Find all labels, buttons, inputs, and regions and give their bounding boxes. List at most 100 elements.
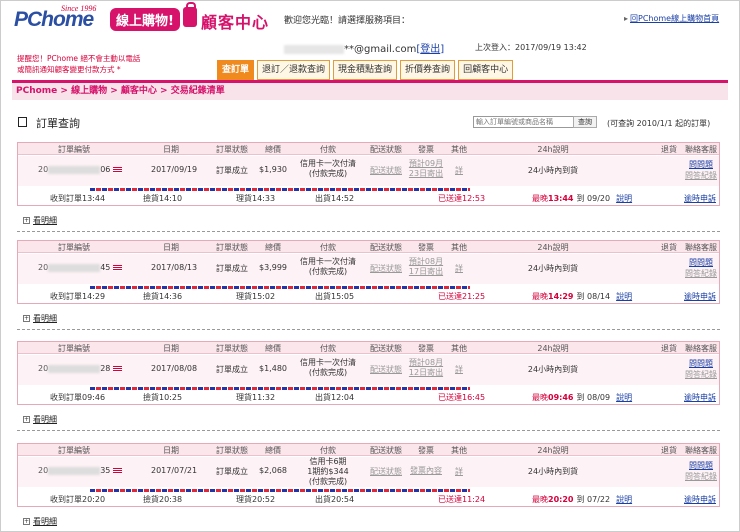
qa-history-link[interactable]: 問答紀錄 xyxy=(683,369,719,380)
invoice-line-1: 發票內容 xyxy=(410,466,442,475)
qa-history-link[interactable]: 問答紀錄 xyxy=(683,268,719,279)
order-card: 訂單編號 日期 訂單狀態 總價 付款 配送狀態 發票 其他 24h說明 退貨 聯絡客服 20 28 201… xyxy=(17,341,720,405)
invoice-info[interactable]: 預計09月 23日寄出 xyxy=(406,159,446,179)
qa-history-link[interactable]: 問答紀錄 xyxy=(683,471,719,482)
masked-order-number xyxy=(48,364,101,373)
masked-order-number xyxy=(48,263,101,272)
order-divider xyxy=(17,231,720,232)
delivery-explain-link[interactable]: 說明 xyxy=(616,393,632,402)
ask-question-link[interactable]: 問問題 xyxy=(683,159,719,170)
latest-delivery: 最晚20:20 到 07/22 說明 xyxy=(532,494,632,505)
notice-line-2: 或簡訊通知顧客變更付款方式 * xyxy=(17,65,121,74)
column-header: 聯絡客服 xyxy=(685,243,717,252)
other-detail-link[interactable]: 詳 xyxy=(448,466,470,477)
column-header: 總價 xyxy=(265,344,281,353)
overtime-complaint-link[interactable]: 逾時申訴 xyxy=(684,291,716,302)
order-total: $3,999 xyxy=(259,263,287,272)
other-detail-link[interactable]: 詳 xyxy=(448,263,470,274)
delivery-explain: 24小時內到貨 xyxy=(527,166,579,175)
column-header: 訂單編號 xyxy=(58,243,90,252)
delivery-explain-link[interactable]: 說明 xyxy=(616,495,632,504)
back-home-link[interactable]: 回PChome線上購物首頁 xyxy=(630,14,719,23)
progress-track xyxy=(90,286,470,289)
delivery-explain: 24小時內到貨 xyxy=(527,264,579,273)
payment-status: (付款完成) xyxy=(308,267,348,276)
tab-points[interactable]: 現金積點查詢 xyxy=(333,60,398,80)
ask-question-link[interactable]: 問問題 xyxy=(683,460,719,471)
arrow-icon: ▸ xyxy=(624,14,629,23)
account-email: **@gmail.com[登出] xyxy=(284,40,444,55)
ask-question-link[interactable]: 問問題 xyxy=(683,358,719,369)
column-header: 聯絡客服 xyxy=(685,446,717,455)
tab-refund[interactable]: 退訂／退款查詢 xyxy=(257,60,331,80)
back-home[interactable]: ▸ 回PChome線上購物首頁 xyxy=(624,13,719,24)
shipping-status-link[interactable]: 配送狀態 xyxy=(366,165,406,176)
nav-tabs: 查訂單 退訂／退款查詢 現金積點查詢 折價券查詢 回顧客中心 xyxy=(217,60,514,80)
invoice-line-1: 預計09月 xyxy=(408,159,444,168)
column-header: 發票 xyxy=(418,145,434,154)
column-header: 發票 xyxy=(418,446,434,455)
other-detail-link[interactable]: 詳 xyxy=(448,165,470,176)
shipping-status-link[interactable]: 配送狀態 xyxy=(366,263,406,274)
column-header: 總價 xyxy=(265,446,281,455)
progress-received: 收到訂單09:46 xyxy=(50,393,106,402)
column-header: 聯絡客服 xyxy=(685,145,717,154)
column-header: 訂單狀態 xyxy=(216,243,248,252)
order-number-suffix: 06 xyxy=(100,165,111,174)
column-header: 24h說明 xyxy=(537,145,569,154)
payment-method: 信用卡一次付清 xyxy=(300,358,356,367)
order-header-row: 訂單編號 日期 訂單狀態 總價 付款 配送狀態 發票 其他 24h說明 退貨 聯絡客服 xyxy=(18,143,719,155)
order-number-prefix: 20 xyxy=(38,466,49,475)
invoice-info[interactable]: 預計08月 17日寄出 xyxy=(406,257,446,277)
shop-logo[interactable]: 線上購物! xyxy=(110,8,180,31)
shipping-status-link[interactable]: 配送狀態 xyxy=(366,364,406,375)
progress-sorted: 理貨11:32 xyxy=(236,393,276,402)
qa-history-link[interactable]: 問答紀錄 xyxy=(683,170,719,181)
order-card: 訂單編號 日期 訂單狀態 總價 付款 配送狀態 發票 其他 24h說明 退貨 聯絡客服 20 06 201… xyxy=(17,142,720,206)
column-header: 訂單編號 xyxy=(58,344,90,353)
order-number: 20 45 xyxy=(38,263,123,272)
tab-back-center[interactable]: 回顧客中心 xyxy=(458,60,514,80)
column-header: 訂單狀態 xyxy=(216,344,248,353)
overtime-complaint-link[interactable]: 逾時申訴 xyxy=(684,193,716,204)
overtime-complaint-link[interactable]: 逾時申訴 xyxy=(684,392,716,403)
other-detail-link[interactable]: 詳 xyxy=(448,364,470,375)
invoice-info[interactable]: 發票內容 xyxy=(406,466,446,476)
order-search-input[interactable] xyxy=(473,116,585,128)
progress-shipped: 出貨15:05 xyxy=(315,292,355,301)
latest-time: 13:44 xyxy=(548,194,574,203)
flag-icon xyxy=(113,467,123,474)
shipping-status-link[interactable]: 配送狀態 xyxy=(366,466,406,477)
view-detail-toggle[interactable]: + 看明細 xyxy=(23,516,57,527)
query-button[interactable]: 查詢 xyxy=(573,116,597,128)
column-header: 其他 xyxy=(451,145,467,154)
view-detail-toggle[interactable]: + 看明細 xyxy=(23,313,57,324)
column-header: 日期 xyxy=(163,446,179,455)
progress-received: 收到訂單14:29 xyxy=(50,292,106,301)
progress-sorted: 理貨20:52 xyxy=(236,495,276,504)
latest-prefix: 最晚 xyxy=(532,292,548,301)
delivery-explain-link[interactable]: 說明 xyxy=(616,292,632,301)
logout-link[interactable]: 登出 xyxy=(420,44,440,55)
invoice-info[interactable]: 預計08月 12日寄出 xyxy=(406,358,446,378)
latest-time: 14:29 xyxy=(548,292,574,301)
column-header: 訂單狀態 xyxy=(216,446,248,455)
order-card: 訂單編號 日期 訂單狀態 總價 付款 配送狀態 發票 其他 24h說明 退貨 聯絡客服 20 35 201… xyxy=(17,443,720,507)
payment-info: 信用卡一次付清 (付款完成) xyxy=(296,159,360,179)
view-detail-toggle[interactable]: + 看明細 xyxy=(23,414,57,425)
invoice-line-2: 12日寄出 xyxy=(408,368,444,377)
delivery-explain-link[interactable]: 說明 xyxy=(616,194,632,203)
tab-orders[interactable]: 查訂單 xyxy=(217,60,255,80)
latest-time: 20:20 xyxy=(548,495,574,504)
overtime-complaint-link[interactable]: 逾時申訴 xyxy=(684,494,716,505)
security-notice: 提醒您！PChome 絕不會主動以電話 或簡訊通知顧客變更付款方式 * xyxy=(17,53,140,75)
order-number: 20 35 xyxy=(38,466,123,475)
view-detail-toggle[interactable]: + 看明細 xyxy=(23,215,57,226)
order-number: 20 06 xyxy=(38,165,123,174)
progress-picked: 撿貨10:25 xyxy=(143,393,183,402)
expand-icon: + xyxy=(23,217,30,224)
tab-coupons[interactable]: 折價券查詢 xyxy=(400,60,456,80)
latest-prefix: 最晚 xyxy=(532,194,548,203)
ask-question-link[interactable]: 問問題 xyxy=(683,257,719,268)
order-header-row: 訂單編號 日期 訂單狀態 總價 付款 配送狀態 發票 其他 24h說明 退貨 聯絡客服 xyxy=(18,342,719,354)
